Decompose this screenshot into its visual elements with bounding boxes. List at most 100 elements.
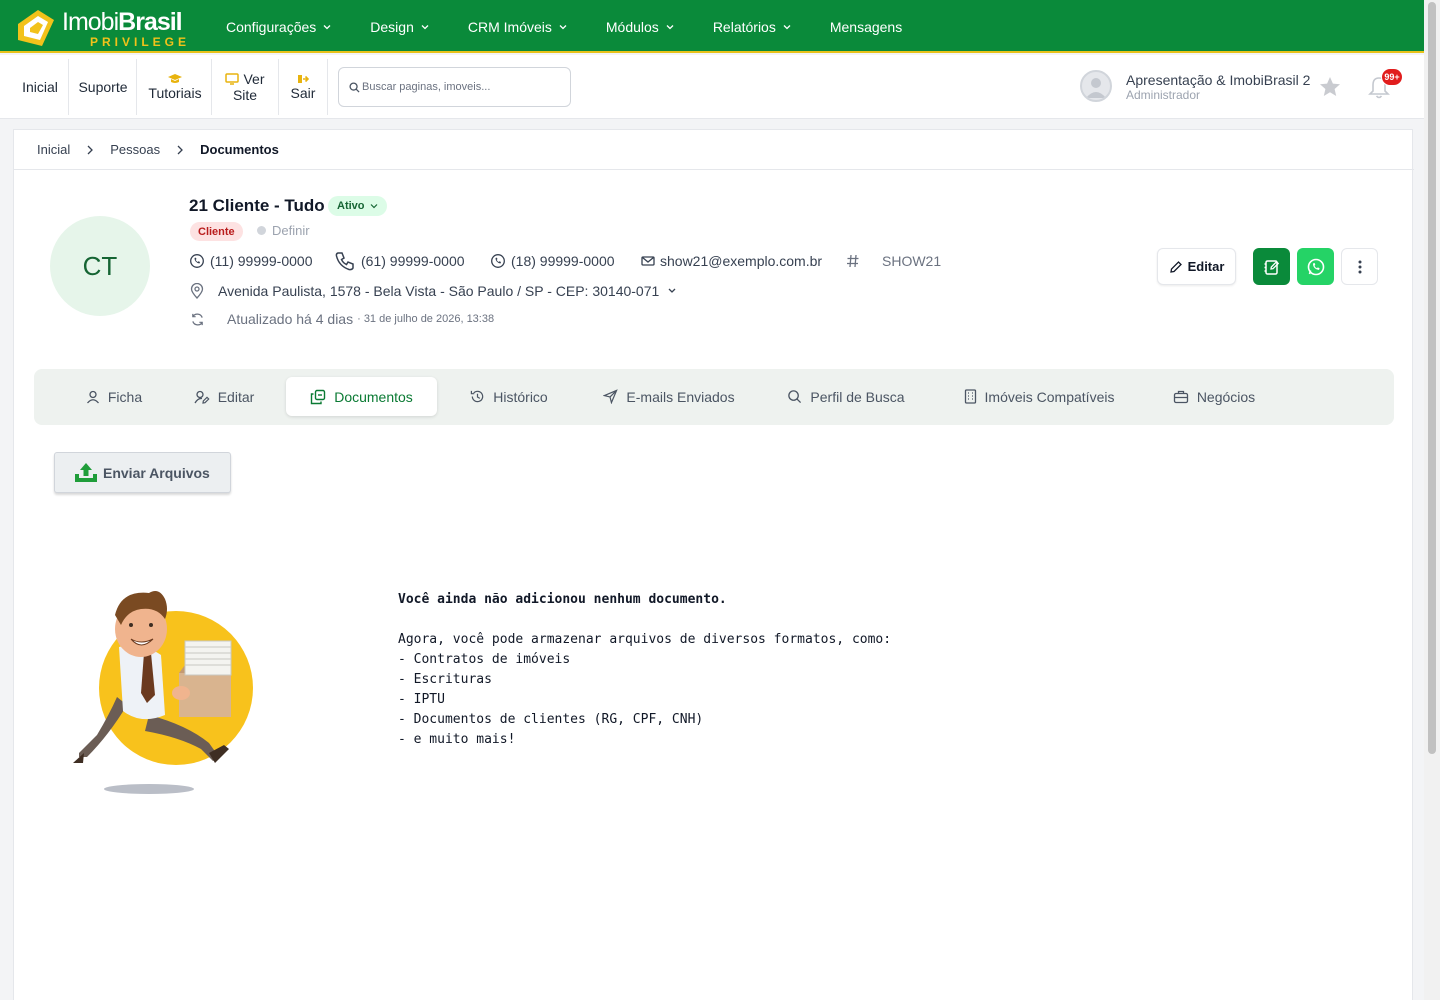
user-avatar[interactable] [1080, 70, 1112, 102]
refresh-icon [192, 312, 203, 326]
tab-documentos[interactable]: Documentos [286, 377, 437, 416]
notepad-icon [1264, 259, 1279, 275]
person-tabs: Ficha Editar Documentos Histórico E-mail… [34, 369, 1394, 425]
monitor-icon [225, 73, 240, 85]
quicklink-suporte[interactable]: Suporte [74, 55, 132, 119]
send-icon [603, 389, 619, 404]
user-role: Administrador [1126, 88, 1201, 102]
tab-perfil-de-busca[interactable]: Perfil de Busca [782, 377, 910, 416]
quicklink-inicial[interactable]: Inicial [16, 55, 64, 119]
user-edit-icon [194, 390, 210, 404]
page-scrollbar[interactable] [1424, 0, 1440, 1000]
logo-mark-icon [18, 10, 54, 46]
divider [211, 59, 212, 115]
tab-historico[interactable]: Histórico [459, 377, 559, 416]
search-icon [788, 390, 802, 404]
user-icon [86, 390, 99, 403]
empty-state-title: Você ainda não adicionou nenhum document… [398, 592, 727, 607]
tab-imoveis-compativeis[interactable]: Imóveis Compatíveis [954, 377, 1124, 416]
tab-negocios[interactable]: Negócios [1164, 377, 1264, 416]
brand-name: ImobiBrasil [62, 8, 183, 36]
tab-editar[interactable]: Editar [184, 377, 264, 416]
chevron-down-icon [323, 24, 331, 29]
whatsapp-button[interactable] [1297, 248, 1334, 285]
documents-icon [311, 389, 326, 404]
tab-emails-enviados[interactable]: E-mails Enviados [594, 377, 744, 416]
brand-tagline: PRIVILEGE [90, 35, 191, 49]
top-navbar: ImobiBrasil PRIVILEGE Configurações Desi… [0, 0, 1424, 53]
person-code: SHOW21 [846, 250, 941, 272]
divider [327, 59, 328, 115]
phone-whatsapp-1[interactable]: (11) 99999-0000 [189, 250, 312, 272]
imobibrasil-logo[interactable]: ImobiBrasil PRIVILEGE [12, 4, 192, 50]
more-options-button[interactable] [1341, 248, 1378, 285]
whatsapp-icon [491, 254, 505, 268]
upload-icon [75, 462, 97, 482]
menu-design[interactable]: Design [370, 19, 430, 35]
empty-state-message: Você ainda não adicionou nenhum document… [398, 590, 891, 750]
define-button[interactable]: Definir [257, 223, 310, 238]
briefcase-icon [1173, 390, 1188, 403]
type-badge: Cliente [190, 222, 243, 241]
list-item: - Contratos de imóveis [398, 652, 571, 667]
breadcrumb-pessoas[interactable]: Pessoas [110, 142, 160, 157]
status-badge[interactable]: Ativo [328, 196, 387, 216]
map-pin-icon [190, 283, 204, 299]
quicklink-tutoriais[interactable]: Tutoriais [142, 55, 208, 119]
list-item: - IPTU [398, 692, 445, 707]
menu-configuracoes[interactable]: Configurações [226, 19, 332, 35]
divider [278, 59, 279, 115]
list-item: - e muito mais! [398, 732, 516, 747]
search-icon [349, 81, 360, 93]
whatsapp-icon [1307, 258, 1324, 275]
search-box [338, 67, 571, 107]
logout-icon [298, 75, 309, 83]
tab-ficha[interactable]: Ficha [74, 377, 154, 416]
chevron-down-icon [668, 288, 676, 293]
menu-modulos[interactable]: Módulos [606, 19, 675, 35]
star-icon[interactable] [1318, 75, 1342, 99]
phone-2[interactable]: (61) 99999-0000 [334, 250, 465, 272]
notification-badge: 99+ [1381, 68, 1403, 86]
chevron-down-icon [783, 24, 791, 29]
edit-button[interactable]: Editar [1157, 248, 1236, 285]
chevron-right-icon [87, 145, 94, 154]
breadcrumb-inicial[interactable]: Inicial [37, 142, 70, 157]
breadcrumb: Inicial Pessoas Documentos [14, 130, 1414, 170]
menu-mensagens[interactable]: Mensagens [830, 19, 902, 35]
chevron-down-icon [666, 24, 674, 29]
menu-crm-imoveis[interactable]: CRM Imóveis [468, 19, 568, 35]
person-avatar: CT [50, 216, 150, 316]
user-name[interactable]: Apresentação & ImobiBrasil 2 [1126, 72, 1310, 88]
phone-whatsapp-3[interactable]: (18) 99999-0000 [490, 250, 615, 272]
person-card: Inicial Pessoas Documentos CT 21 Cliente… [13, 129, 1414, 1000]
list-item: - Documentos de clientes (RG, CPF, CNH) [398, 712, 704, 727]
divider [136, 59, 137, 115]
scrollbar-thumb[interactable] [1428, 2, 1436, 754]
upload-files-button[interactable]: Enviar Arquivos [54, 452, 231, 493]
empty-state-intro: Agora, você pode armazenar arquivos de d… [398, 632, 892, 647]
breadcrumb-documentos: Documentos [200, 142, 279, 157]
quicklink-ver-site[interactable]: Ver Site [218, 55, 272, 119]
quick-links-bar: Inicial Suporte Tutoriais Ver Site Sair … [0, 55, 1424, 119]
quicklink-sair[interactable]: Sair [284, 55, 322, 119]
chevron-right-icon [177, 145, 184, 154]
menu-relatorios[interactable]: Relatórios [713, 19, 792, 35]
user-silhouette-icon [1086, 78, 1106, 98]
list-item: - Escrituras [398, 672, 492, 687]
divider [68, 59, 69, 115]
whatsapp-icon [190, 254, 204, 268]
search-input[interactable] [362, 81, 562, 93]
phone-icon [335, 252, 354, 271]
pencil-icon [1169, 260, 1182, 273]
empty-state-illustration [73, 591, 253, 794]
history-icon [471, 390, 484, 403]
address-row[interactable]: Avenida Paulista, 1578 - Bela Vista - Sã… [190, 280, 677, 302]
chevron-down-icon [370, 204, 377, 209]
mail-icon [641, 256, 655, 266]
email-link[interactable]: show21@exemplo.com.br [641, 250, 822, 272]
updated-row: Atualizado há 4 dias · 31 de julho de 20… [190, 308, 494, 330]
notes-button[interactable] [1253, 248, 1290, 285]
chevron-down-icon [559, 24, 567, 29]
main-menu: Configurações Design CRM Imóveis Módulos… [226, 0, 940, 53]
